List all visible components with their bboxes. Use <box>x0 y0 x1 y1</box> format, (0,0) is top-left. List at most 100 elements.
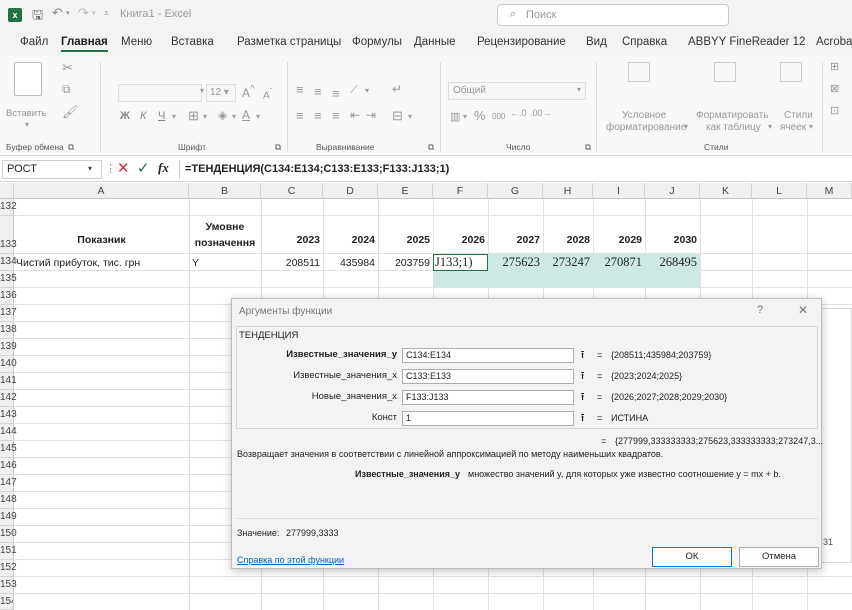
ok-button[interactable]: ОК <box>652 547 732 567</box>
copy-icon[interactable]: ⧉ <box>62 82 71 97</box>
delete-cells-icon[interactable]: ⊠ <box>830 82 839 95</box>
collapse-dialog-icon[interactable]: ⭱ <box>576 348 589 363</box>
cell-h134[interactable]: 273247 <box>543 255 591 270</box>
underline-button[interactable]: Ч <box>158 110 165 122</box>
row-header-134[interactable]: 134 <box>0 254 17 271</box>
currency-icon[interactable]: ▥ <box>450 110 460 123</box>
column-header-a[interactable]: A <box>14 183 189 199</box>
redo-dropdown-icon[interactable]: ▾ <box>92 9 96 17</box>
menu-formulas[interactable]: Формулы <box>352 36 402 48</box>
collapse-dialog-icon[interactable]: ⭱ <box>576 369 589 384</box>
format-painter-icon[interactable]: 🖌 <box>62 104 79 120</box>
cell-d134[interactable]: 435984 <box>323 257 375 269</box>
dialog-close-button[interactable]: ✕ <box>798 303 808 317</box>
collapse-dialog-icon[interactable]: ⭱ <box>576 411 589 426</box>
collapse-dialog-icon[interactable]: ⭱ <box>576 390 589 405</box>
column-header-m[interactable]: M <box>807 183 852 199</box>
menu-review[interactable]: Рецензирование <box>477 36 566 48</box>
dialog-help-button[interactable]: ? <box>757 304 763 316</box>
paste-icon[interactable] <box>14 62 42 96</box>
align-middle-icon[interactable]: ≡ <box>314 84 322 99</box>
conditional-dropdown-icon[interactable]: ▾ <box>684 122 688 131</box>
align-center-icon[interactable]: ≡ <box>314 108 322 123</box>
menu-page-layout[interactable]: Разметка страницы <box>237 36 341 48</box>
menu-home[interactable]: Главная <box>61 36 108 52</box>
paste-dropdown-icon[interactable]: ▾ <box>25 120 29 129</box>
column-header-f[interactable]: F <box>433 183 488 199</box>
row-header-152[interactable]: 152 <box>0 560 17 577</box>
select-all-corner[interactable] <box>0 183 14 199</box>
cell-e133[interactable]: 2025 <box>378 234 430 246</box>
font-size-select[interactable]: 12 ▾ <box>206 84 236 102</box>
menu-abbyy[interactable]: ABBYY FineReader 12 <box>688 36 805 48</box>
font-color-dropdown-icon[interactable]: ▾ <box>256 112 260 121</box>
insert-function-button[interactable]: fx <box>158 160 169 176</box>
align-bottom-icon[interactable]: ≡ <box>332 86 340 101</box>
cell-styles-line1[interactable]: Стили <box>784 110 813 121</box>
menu-data[interactable]: Данные <box>414 36 456 48</box>
menu-help[interactable]: Справка <box>622 36 667 48</box>
currency-dropdown-icon[interactable]: ▾ <box>463 112 467 121</box>
cell-styles-dropdown-icon[interactable]: ▾ <box>809 122 813 131</box>
align-left-icon[interactable]: ≡ <box>296 108 304 123</box>
menu-insert[interactable]: Вставка <box>171 36 214 48</box>
conditional-formatting-line2[interactable]: форматирование <box>606 122 686 133</box>
cell-f133[interactable]: 2026 <box>433 234 485 246</box>
format-cells-icon[interactable]: ⊡ <box>830 104 839 117</box>
row-header-145[interactable]: 145 <box>0 441 17 458</box>
borders-dropdown-icon[interactable]: ▾ <box>203 112 207 121</box>
cell-a134[interactable]: Чистий прибуток, тис. грн <box>16 257 189 269</box>
decrease-decimal-icon[interactable]: .00→ <box>530 108 552 118</box>
row-header-148[interactable]: 148 <box>0 492 17 509</box>
name-box[interactable]: РОСТ <box>2 160 102 179</box>
italic-button[interactable]: К <box>140 110 146 122</box>
decrease-indent-icon[interactable]: ⇤ <box>350 108 360 122</box>
cell-g134[interactable]: 275623 <box>488 255 541 270</box>
cell-a133[interactable]: Показник <box>14 234 189 246</box>
enter-formula-icon[interactable]: ✓ <box>137 159 150 177</box>
cell-styles-icon[interactable] <box>780 62 802 82</box>
number-expand-icon[interactable]: ⧉ <box>585 142 591 153</box>
menu-menu[interactable]: Меню <box>121 36 152 48</box>
row-header-153[interactable]: 153 <box>0 577 17 594</box>
cell-c133[interactable]: 2023 <box>261 234 320 246</box>
row-header-137[interactable]: 137 <box>0 305 17 322</box>
undo-icon[interactable]: ↶ <box>52 5 63 21</box>
menu-file[interactable]: Файл <box>20 36 48 48</box>
column-header-d[interactable]: D <box>323 183 378 199</box>
row-header-136[interactable]: 136 <box>0 288 17 305</box>
conditional-formatting-icon[interactable] <box>628 62 650 82</box>
column-header-h[interactable]: H <box>543 183 593 199</box>
format-as-table-icon[interactable] <box>714 62 736 82</box>
percent-button[interactable]: % <box>474 108 486 123</box>
arg-input-known-x[interactable]: C133:E133 <box>402 369 574 384</box>
cell-e134[interactable]: 203759 <box>378 257 430 269</box>
align-top-icon[interactable]: ≡ <box>296 82 304 97</box>
row-header-146[interactable]: 146 <box>0 458 17 475</box>
cell-b133-line1[interactable]: Умовне <box>189 221 261 233</box>
merge-icon[interactable]: ⊟ <box>392 108 403 124</box>
orientation-dropdown-icon[interactable]: ▾ <box>365 86 369 95</box>
number-format-select[interactable]: Общий ▾ <box>448 82 586 100</box>
increase-indent-icon[interactable]: ⇥ <box>366 108 376 122</box>
fill-dropdown-icon[interactable]: ▾ <box>232 112 236 121</box>
align-right-icon[interactable]: ≡ <box>332 108 340 123</box>
clipboard-expand-icon[interactable]: ⧉ <box>68 142 74 153</box>
paste-label[interactable]: Вставить <box>6 108 46 119</box>
column-header-b[interactable]: B <box>189 183 261 199</box>
font-name-select[interactable] <box>118 84 202 102</box>
thousands-button[interactable]: 000 <box>492 112 505 121</box>
name-box-dropdown-icon[interactable]: ▾ <box>88 164 92 173</box>
cancel-button[interactable]: Отмена <box>739 547 819 567</box>
shrink-font-icon[interactable]: Aˇ <box>263 86 272 101</box>
row-header-150[interactable]: 150 <box>0 526 17 543</box>
cell-i134[interactable]: 270871 <box>593 255 643 270</box>
arg-input-known-y[interactable]: C134:E134 <box>402 348 574 363</box>
row-header-144[interactable]: 144 <box>0 424 17 441</box>
row-header-151[interactable]: 151 <box>0 543 17 560</box>
cell-styles-line2[interactable]: ячеек <box>780 122 806 133</box>
customize-toolbar-icon[interactable]: ⩡ <box>104 8 109 19</box>
help-link[interactable]: Справка по этой функции <box>237 555 344 565</box>
alignment-expand-icon[interactable]: ⧉ <box>428 142 434 153</box>
row-header-133[interactable]: 133 <box>0 216 17 254</box>
